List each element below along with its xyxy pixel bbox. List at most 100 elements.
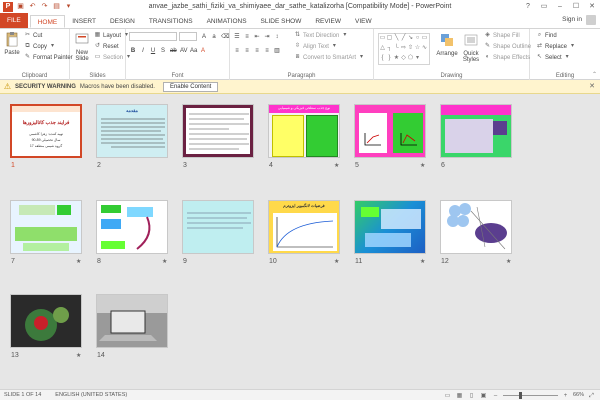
avatar[interactable] — [586, 15, 596, 25]
font-size-dropdown[interactable] — [179, 32, 197, 41]
animation-star-icon[interactable]: ★ — [420, 162, 425, 169]
increase-font-size-button[interactable]: A — [200, 32, 208, 40]
decrease-indent-button[interactable]: ⇤ — [253, 32, 261, 40]
slide-thumbnail-1[interactable]: فرایند جذب کاتالیزورها تهیه کننده: زهرا … — [10, 104, 82, 158]
replace-button[interactable]: ⇄ Replace ▾ — [536, 43, 576, 50]
tab-transitions[interactable]: TRANSITIONS — [142, 15, 200, 28]
animation-star-icon[interactable]: ★ — [334, 162, 339, 169]
maximize-button[interactable]: ☐ — [568, 0, 584, 13]
font-color-button[interactable]: A — [199, 46, 207, 54]
shape-effects-button[interactable]: ◐ Shape Effects — [484, 54, 531, 61]
callout-shape-icon[interactable]: ⬠ — [407, 54, 414, 64]
new-slide-button[interactable]: New Slide — [72, 31, 92, 62]
zoom-in-icon[interactable]: + — [561, 391, 570, 399]
convert-smartart-button[interactable]: ⧈ Convert to SmartArt ▾ — [294, 54, 365, 61]
zoom-slider-thumb[interactable] — [518, 391, 522, 399]
copy-button[interactable]: ⧉ Copy ▾ — [24, 43, 56, 50]
paste-button[interactable]: Paste — [2, 31, 22, 56]
slide-thumbnail-3[interactable] — [182, 104, 254, 158]
slide-thumbnail-6[interactable] — [440, 104, 512, 158]
animation-star-icon[interactable]: ★ — [334, 258, 339, 265]
line-shape-icon[interactable]: └ — [393, 44, 400, 54]
slide-thumbnail-12[interactable] — [440, 200, 512, 254]
slide-thumbnail-5[interactable] — [354, 104, 426, 158]
language-indicator[interactable]: ENGLISH (UNITED STATES) — [55, 392, 127, 398]
shape-fill-button[interactable]: ◈ Shape Fill — [484, 32, 520, 39]
slide-thumbnail-7[interactable] — [10, 200, 82, 254]
more-shapes-icon[interactable]: ▾ — [414, 54, 421, 64]
redo-icon[interactable]: ↷ — [40, 2, 49, 11]
justify-button[interactable]: ≡ — [263, 46, 271, 54]
rectangle-shape-icon[interactable]: ▭ — [421, 34, 428, 44]
sign-in-link[interactable]: Sign in — [562, 16, 582, 23]
increase-indent-button[interactable]: ⇥ — [263, 32, 271, 40]
change-case-button[interactable]: Aa — [189, 46, 197, 54]
cut-button[interactable]: ✂ Cut — [24, 32, 42, 39]
rectangle-shape-icon[interactable]: ▭ — [379, 34, 386, 44]
line-shape-icon[interactable]: ╲ — [393, 34, 400, 44]
help-button[interactable]: ? — [520, 0, 536, 13]
align-text-button[interactable]: ⇳ Align Text ▾ — [294, 43, 338, 50]
reading-view-icon[interactable]: ▯ — [467, 391, 476, 399]
strikethrough-button[interactable]: ab — [169, 46, 177, 54]
normal-view-icon[interactable]: ▭ — [443, 391, 452, 399]
slide-show-view-icon[interactable]: ▣ — [479, 391, 488, 399]
star-shape-icon[interactable]: ☆ — [414, 44, 421, 54]
fit-slide-icon[interactable]: ⤢ — [587, 391, 596, 399]
minimize-button[interactable]: – — [552, 0, 568, 13]
tab-file[interactable]: FILE — [0, 13, 28, 28]
slide-sorter-view-icon[interactable]: ▦ — [455, 391, 464, 399]
quick-styles-button[interactable]: Quick Styles — [460, 32, 482, 63]
brace-shape-icon[interactable]: { — [379, 54, 386, 64]
text-direction-button[interactable]: ⇅ Text Direction ▾ — [294, 32, 348, 39]
shape-outline-button[interactable]: ✎ Shape Outline — [484, 43, 531, 50]
star-shape-icon[interactable]: ★ — [393, 54, 400, 64]
zoom-out-icon[interactable]: – — [491, 391, 500, 399]
slide-thumbnail-14[interactable] — [96, 294, 168, 348]
slide-thumbnail-11[interactable] — [354, 200, 426, 254]
reset-button[interactable]: ↺ Reset — [94, 43, 119, 50]
animation-star-icon[interactable]: ★ — [420, 258, 425, 265]
line-shape-icon[interactable]: ┐ — [386, 44, 393, 54]
character-spacing-button[interactable]: AV — [179, 46, 188, 54]
numbering-button[interactable]: ≡ — [243, 32, 251, 40]
slide-thumbnail-2[interactable]: مقدمه — [96, 104, 168, 158]
customize-qat-icon[interactable]: ▾ — [64, 2, 73, 11]
decrease-font-size-button[interactable]: a — [210, 32, 218, 40]
bold-button[interactable]: B — [129, 46, 137, 54]
start-from-beginning-icon[interactable]: ▤ — [52, 2, 61, 11]
arrow-shape-icon[interactable]: ↘ — [407, 34, 414, 44]
zoom-slider[interactable] — [502, 391, 558, 399]
enable-content-button[interactable]: Enable Content — [162, 81, 219, 92]
zoom-level[interactable]: 66% — [573, 392, 584, 398]
underline-button[interactable]: U — [149, 46, 157, 54]
shadow-button[interactable]: S — [159, 46, 167, 54]
animation-star-icon[interactable]: ★ — [76, 352, 81, 359]
tab-slide-show[interactable]: SLIDE SHOW — [254, 15, 309, 28]
font-name-dropdown[interactable] — [129, 32, 177, 41]
oval-shape-icon[interactable]: ○ — [414, 34, 421, 44]
curve-shape-icon[interactable]: ∿ — [421, 44, 428, 54]
undo-icon[interactable]: ↶ — [28, 2, 37, 11]
tab-view[interactable]: VIEW — [348, 15, 379, 28]
italic-button[interactable]: I — [139, 46, 147, 54]
animation-star-icon[interactable]: ★ — [506, 258, 511, 265]
tab-review[interactable]: REVIEW — [308, 15, 348, 28]
align-left-button[interactable]: ≡ — [233, 46, 241, 54]
clear-formatting-button[interactable]: ⌫ — [220, 32, 229, 40]
columns-button[interactable]: ▥ — [273, 46, 281, 54]
center-button[interactable]: ≡ — [243, 46, 251, 54]
brace-shape-icon[interactable]: } — [386, 54, 393, 64]
tab-design[interactable]: DESIGN — [103, 15, 142, 28]
arrow-shape-icon[interactable]: ⇧ — [407, 44, 414, 54]
slide-thumbnail-4[interactable]: نوع جذب سطحی فیزیکی و شیمیایی — [268, 104, 340, 158]
slide-thumbnail-8[interactable] — [96, 200, 168, 254]
select-button[interactable]: ↖ Select ▾ — [536, 54, 571, 61]
close-button[interactable]: ✕ — [584, 0, 600, 13]
align-right-button[interactable]: ≡ — [253, 46, 261, 54]
collapse-ribbon-icon[interactable]: ⌃ — [592, 71, 597, 78]
slide-thumbnail-13[interactable] — [10, 294, 82, 348]
tab-animations[interactable]: ANIMATIONS — [200, 15, 254, 28]
rectangle-shape-icon[interactable]: ▢ — [386, 34, 393, 44]
slide-thumbnail-10[interactable]: فرضیات لانگمویر ایزوترم — [268, 200, 340, 254]
